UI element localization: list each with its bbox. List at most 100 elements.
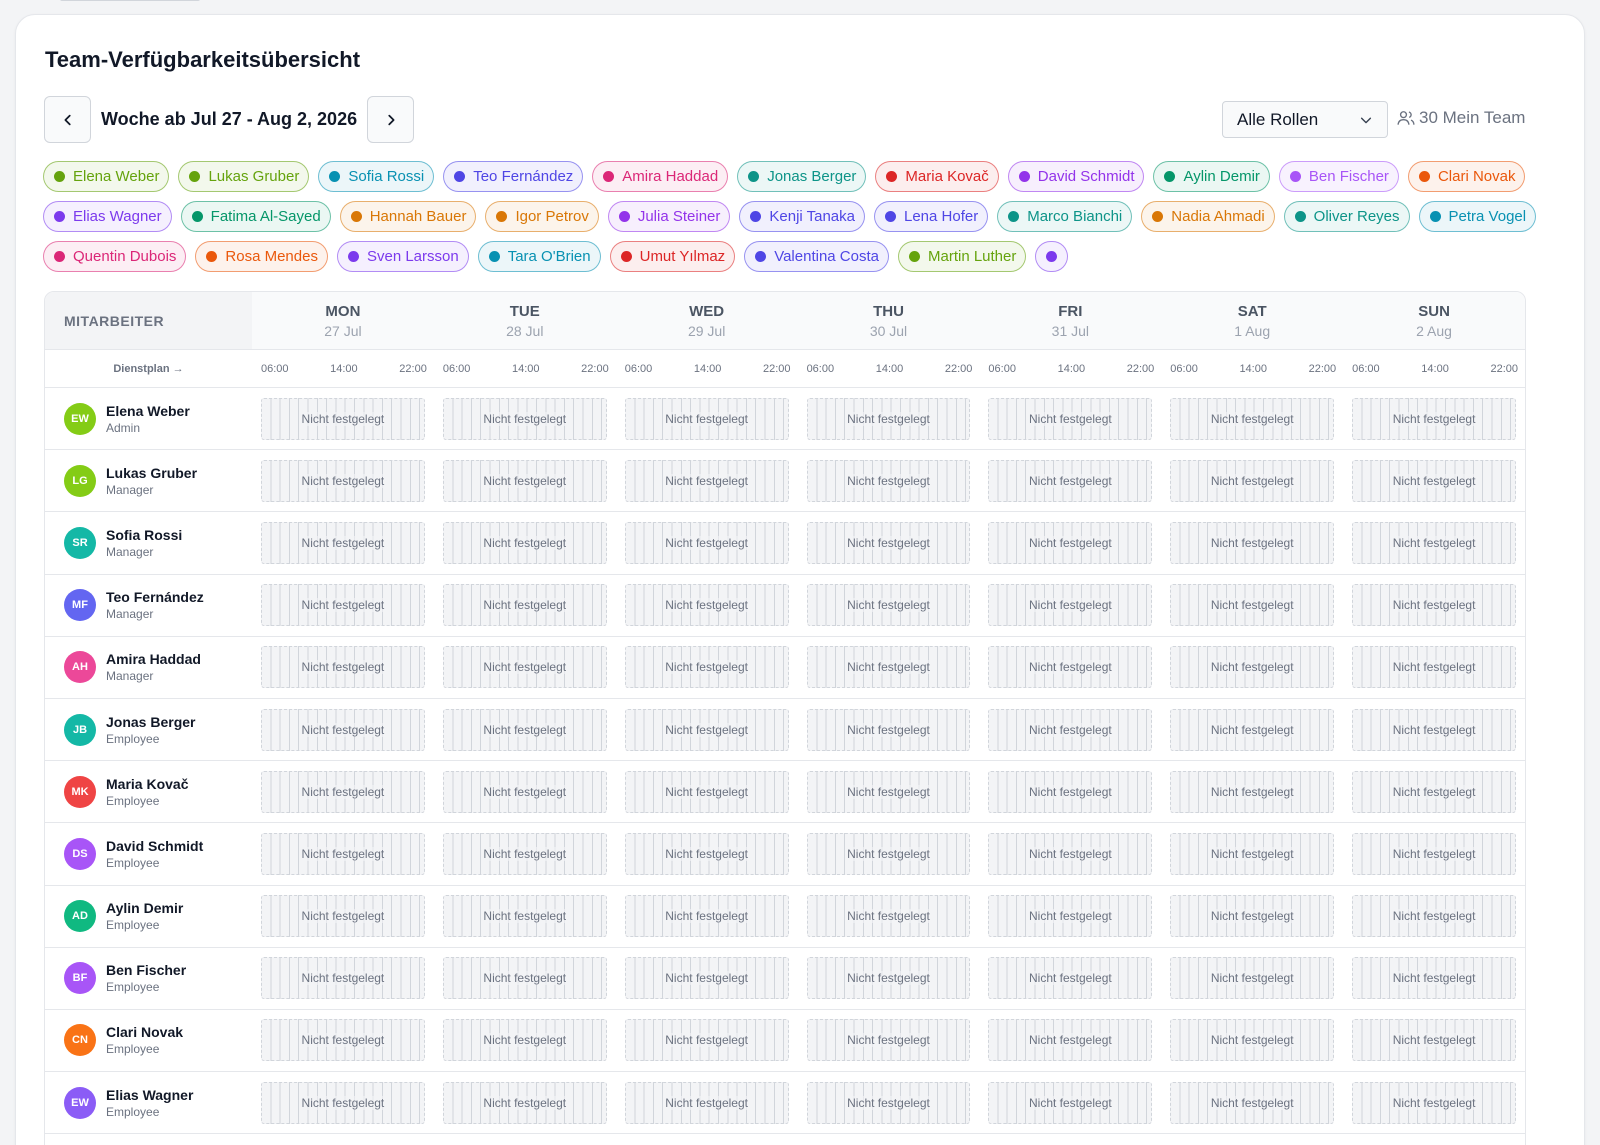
availability-slot[interactable]: Nicht festgelegt xyxy=(624,459,789,502)
availability-slot[interactable]: Nicht festgelegt xyxy=(442,1081,607,1124)
employee-chip[interactable]: Clari Novak xyxy=(1407,161,1526,192)
availability-slot[interactable]: Nicht festgelegt xyxy=(806,832,971,875)
availability-slot[interactable]: Nicht festgelegt xyxy=(260,1019,425,1062)
availability-slot[interactable]: Nicht festgelegt xyxy=(1352,459,1516,502)
availability-slot[interactable]: Nicht festgelegt xyxy=(442,708,607,751)
employee-chip[interactable]: Fatima Al-Sayed xyxy=(180,201,331,232)
availability-slot[interactable]: Nicht festgelegt xyxy=(1170,895,1335,938)
availability-slot[interactable]: Nicht festgelegt xyxy=(624,397,789,440)
employee-chip[interactable]: Amira Haddad xyxy=(592,161,729,192)
availability-slot[interactable]: Nicht festgelegt xyxy=(988,1081,1153,1124)
employee-chip[interactable]: Julia Steiner xyxy=(607,201,731,232)
employee-chip[interactable]: Rosa Mendes xyxy=(195,241,328,272)
availability-slot[interactable]: Nicht festgelegt xyxy=(624,1081,789,1124)
availability-slot[interactable]: Nicht festgelegt xyxy=(260,895,425,938)
availability-slot[interactable]: Nicht festgelegt xyxy=(442,832,607,875)
availability-slot[interactable]: Nicht festgelegt xyxy=(624,646,789,689)
availability-slot[interactable]: Nicht festgelegt xyxy=(806,646,971,689)
employee-chip[interactable]: Lukas Gruber xyxy=(178,161,310,192)
employee-cell[interactable]: CN Clari Novak Employee xyxy=(45,1010,252,1071)
availability-slot[interactable]: Nicht festgelegt xyxy=(624,895,789,938)
employee-cell[interactable]: AH Amira Haddad Manager xyxy=(45,637,252,698)
availability-slot[interactable]: Nicht festgelegt xyxy=(988,895,1153,938)
employee-chip[interactable]: Jonas Berger xyxy=(737,161,867,192)
employee-chip[interactable]: Petra Vogel xyxy=(1418,201,1537,232)
employee-chip[interactable]: Kenji Tanaka xyxy=(739,201,865,232)
employee-chip[interactable]: Igor Petrov xyxy=(485,201,599,232)
availability-slot[interactable]: Nicht festgelegt xyxy=(806,895,971,938)
availability-slot[interactable]: Nicht festgelegt xyxy=(260,957,425,1000)
employee-chip[interactable]: Valentina Costa xyxy=(744,241,889,272)
availability-slot[interactable]: Nicht festgelegt xyxy=(260,584,425,627)
availability-slot[interactable]: Nicht festgelegt xyxy=(806,584,971,627)
availability-slot[interactable]: Nicht festgelegt xyxy=(624,770,789,813)
availability-slot[interactable]: Nicht festgelegt xyxy=(260,708,425,751)
employee-chip[interactable]: Lena Hofer xyxy=(874,201,989,232)
availability-slot[interactable]: Nicht festgelegt xyxy=(988,397,1153,440)
availability-slot[interactable]: Nicht festgelegt xyxy=(806,1081,971,1124)
employee-chip[interactable]: Elias Wagner xyxy=(43,201,172,232)
availability-slot[interactable]: Nicht festgelegt xyxy=(1352,584,1516,627)
availability-slot[interactable]: Nicht festgelegt xyxy=(260,770,425,813)
availability-slot[interactable]: Nicht festgelegt xyxy=(260,397,425,440)
availability-slot[interactable]: Nicht festgelegt xyxy=(806,957,971,1000)
availability-slot[interactable]: Nicht festgelegt xyxy=(1170,646,1335,689)
employee-chip[interactable]: David Schmidt xyxy=(1007,161,1145,192)
availability-slot[interactable]: Nicht festgelegt xyxy=(1170,1019,1335,1062)
availability-slot[interactable]: Nicht festgelegt xyxy=(624,832,789,875)
employee-chip[interactable]: Sven Larsson xyxy=(336,241,469,272)
availability-slot[interactable]: Nicht festgelegt xyxy=(1170,584,1335,627)
availability-slot[interactable]: Nicht festgelegt xyxy=(988,646,1153,689)
availability-slot[interactable]: Nicht festgelegt xyxy=(806,708,971,751)
employee-chip[interactable]: Hannah Bauer xyxy=(339,201,477,232)
employee-chip[interactable]: Tara O'Brien xyxy=(477,241,601,272)
employee-cell[interactable]: SR Sofia Rossi Manager xyxy=(45,512,252,573)
employee-cell[interactable]: AD Aylin Demir Employee xyxy=(45,886,252,947)
prev-week-button[interactable] xyxy=(44,96,91,143)
availability-slot[interactable]: Nicht festgelegt xyxy=(988,957,1153,1000)
employee-chip[interactable]: Sofia Rossi xyxy=(318,161,435,192)
employee-cell[interactable]: EW Elias Wagner Employee xyxy=(45,1072,252,1133)
availability-slot[interactable]: Nicht festgelegt xyxy=(442,770,607,813)
availability-slot[interactable]: Nicht festgelegt xyxy=(442,584,607,627)
employee-chip[interactable]: Maria Kovač xyxy=(875,161,999,192)
employee-chip[interactable]: Elena Weber xyxy=(43,161,170,192)
availability-slot[interactable]: Nicht festgelegt xyxy=(1352,832,1516,875)
availability-slot[interactable]: Nicht festgelegt xyxy=(1352,521,1516,564)
availability-slot[interactable]: Nicht festgelegt xyxy=(806,770,971,813)
availability-slot[interactable]: Nicht festgelegt xyxy=(988,521,1153,564)
availability-slot[interactable]: Nicht festgelegt xyxy=(1352,770,1516,813)
availability-slot[interactable]: Nicht festgelegt xyxy=(624,521,789,564)
employee-chip[interactable]: Umut Yılmaz xyxy=(609,241,736,272)
availability-slot[interactable]: Nicht festgelegt xyxy=(260,521,425,564)
availability-slot[interactable]: Nicht festgelegt xyxy=(442,521,607,564)
availability-slot[interactable]: Nicht festgelegt xyxy=(260,459,425,502)
availability-slot[interactable]: Nicht festgelegt xyxy=(1170,957,1335,1000)
team-count-button[interactable]: 30 Mein Team xyxy=(1396,108,1525,128)
employee-chip[interactable]: Martin Luther xyxy=(897,241,1027,272)
employee-cell[interactable]: BF Ben Fischer Employee xyxy=(45,948,252,1009)
availability-slot[interactable]: Nicht festgelegt xyxy=(624,1019,789,1062)
availability-slot[interactable]: Nicht festgelegt xyxy=(1170,1081,1335,1124)
employee-cell[interactable]: MK Maria Kovač Employee xyxy=(45,761,252,822)
availability-slot[interactable]: Nicht festgelegt xyxy=(1352,397,1516,440)
availability-slot[interactable]: Nicht festgelegt xyxy=(1352,1019,1516,1062)
availability-slot[interactable]: Nicht festgelegt xyxy=(1352,708,1516,751)
availability-slot[interactable]: Nicht festgelegt xyxy=(988,832,1153,875)
availability-slot[interactable]: Nicht festgelegt xyxy=(1170,832,1335,875)
employee-cell[interactable]: JB Jonas Berger Employee xyxy=(45,699,252,760)
availability-slot[interactable]: Nicht festgelegt xyxy=(988,770,1153,813)
availability-slot[interactable]: Nicht festgelegt xyxy=(806,521,971,564)
employee-chip[interactable]: Marco Bianchi xyxy=(997,201,1133,232)
availability-slot[interactable]: Nicht festgelegt xyxy=(260,832,425,875)
availability-slot[interactable]: Nicht festgelegt xyxy=(806,1019,971,1062)
availability-slot[interactable]: Nicht festgelegt xyxy=(988,459,1153,502)
employee-chip[interactable]: Aylin Demir xyxy=(1153,161,1270,192)
availability-slot[interactable]: Nicht festgelegt xyxy=(1352,1081,1516,1124)
employee-chip[interactable]: Ben Fischer xyxy=(1278,161,1399,192)
availability-slot[interactable]: Nicht festgelegt xyxy=(1352,957,1516,1000)
availability-slot[interactable]: Nicht festgelegt xyxy=(442,1019,607,1062)
availability-slot[interactable]: Nicht festgelegt xyxy=(442,459,607,502)
employee-chip[interactable]: Teo Fernández xyxy=(443,161,584,192)
availability-slot[interactable]: Nicht festgelegt xyxy=(442,895,607,938)
